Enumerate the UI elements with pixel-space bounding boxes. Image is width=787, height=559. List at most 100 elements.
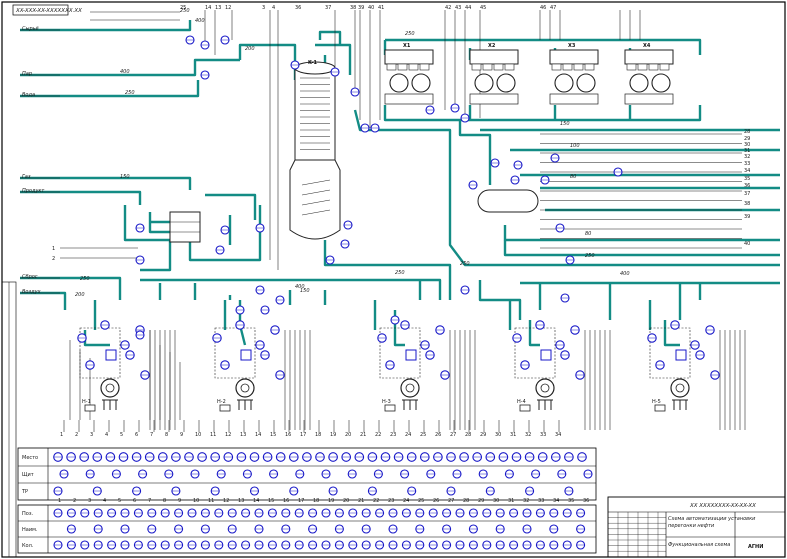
left-number: 1 [52,246,55,252]
position-number: 2 [75,432,78,438]
right-number: 32 [744,154,750,160]
drawing-code-stamp: XX-XXX-XX-XXXXXXX.XX [12,4,82,16]
control-valve [540,349,552,361]
collector-label: X2 [488,43,496,49]
collector-cell [637,63,648,71]
collector-cell [551,63,562,71]
collector-label: X4 [643,43,651,49]
top-number: 12 [225,5,231,11]
collector-cell [482,63,493,71]
table-number: 25 [418,498,424,504]
position-number: 27 [450,432,456,438]
position-number: 7 [150,432,153,438]
position-number: 1 [60,432,63,438]
pump-motor [384,404,396,412]
top-number: 39 [358,5,364,11]
column-body [289,159,341,240]
right-number: 39 [744,214,750,220]
flow-value: 150 [120,174,130,180]
collector-motor [554,73,574,93]
collector-motor [474,73,494,93]
position-number: 25 [420,432,426,438]
collector-cell [659,63,670,71]
right-number: 37 [744,191,750,197]
position-number: 22 [375,432,381,438]
top-number: 42 [445,5,451,11]
table-number: 29 [478,498,484,504]
flow-value: 250 [585,253,595,259]
position-number: 32 [525,432,531,438]
pipe-line [140,240,172,272]
left-stream-label: Сброс [22,274,38,280]
collector-motor [496,73,516,93]
collector-base [549,93,599,105]
flow-value: 150 [560,121,570,127]
table-number: 32 [523,498,529,504]
column-top [294,69,336,161]
position-number: 3 [90,432,93,438]
table-number: 10 [193,498,199,504]
flow-value: 250 [395,270,405,276]
table-number: 24 [403,498,409,504]
left-stream-label: Вода [22,92,35,98]
pump-label: H-3 [382,399,391,405]
flow-value: 200 [245,46,255,52]
drawing-code: XX-XXX-XX-XXXXXXX.XX [15,8,82,14]
position-number: 23 [390,432,396,438]
org-name: АГНИ [748,544,763,550]
column-label: K-1 [308,60,318,66]
right-number: 40 [744,241,750,247]
title-text: Схема автоматизации установки [668,516,756,522]
right-number: 35 [744,176,750,182]
flow-value: 400 [195,18,205,24]
collector-cell [408,63,419,71]
automation-diagram: XX-XXX-XX-XXXXXXX.XX X1 X2 X3 X4 H-1 H-2 H-3 H-… [1,1,786,558]
pump-label: H-5 [652,399,661,405]
collector-base [384,93,434,105]
position-number: 33 [540,432,546,438]
pump-motor [219,404,231,412]
position-number: 15 [270,432,276,438]
position-number: 34 [555,432,561,438]
table-number: 18 [313,498,319,504]
flow-value: 80 [570,174,576,180]
pipe-line [323,240,452,300]
pipe-line [478,280,522,320]
collector-motor [629,73,649,93]
table-number: 16 [283,498,289,504]
right-number: 33 [744,161,750,167]
collector-cell [493,63,504,71]
left-stream-label: Пар [22,71,32,77]
table-row-label: Поз. [22,511,33,517]
collector-label: X3 [568,43,576,49]
right-number: 36 [744,183,750,189]
pipe-line [318,30,342,45]
table-number: 36 [583,498,589,504]
pipe-line [503,240,780,257]
pipe-line [20,80,200,98]
collector-cell [584,63,595,71]
table-number: 33 [538,498,544,504]
right-number: 34 [744,168,750,174]
table-number: 19 [328,498,334,504]
table-number: 9 [178,498,181,504]
pump-motor [654,404,666,412]
pipe-line [20,176,192,190]
position-number: 10 [195,432,201,438]
position-number: 19 [330,432,336,438]
collector-cell [471,63,482,71]
pump-impeller [405,383,415,393]
right-number: 28 [744,129,750,135]
position-number: 31 [510,432,516,438]
control-valve [675,349,687,361]
collector-label: X1 [403,43,411,49]
table-number: 7 [148,498,151,504]
position-number: 9 [180,432,183,438]
pump-impeller [540,383,550,393]
table-number: 15 [268,498,274,504]
top-number: 4 [272,5,275,11]
title-code: XX XXXXXXXX-XX-XX-XX [689,503,756,509]
position-number: 17 [300,432,306,438]
top-number: 3 [262,5,265,11]
flow-value: 250 [80,276,90,282]
